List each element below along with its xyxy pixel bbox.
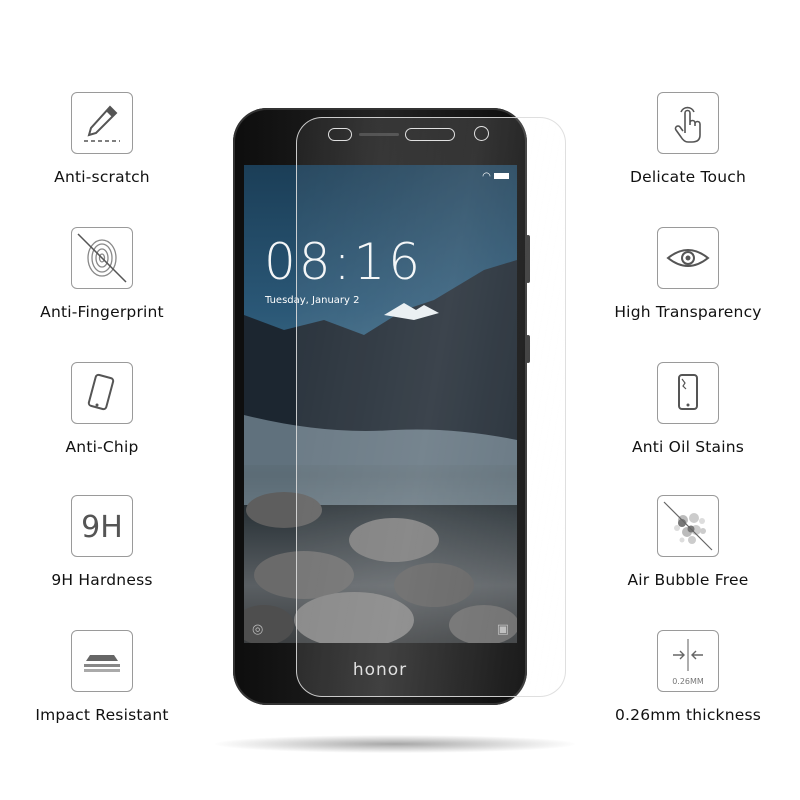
feature-label: Air Bubble Free [627, 571, 749, 589]
feature-anti-scratch: Anti-scratch [2, 92, 202, 186]
feature-delicate-touch: Delicate Touch [588, 92, 788, 186]
scalpel-icon [71, 92, 133, 154]
feature-anti-fingerprint: Anti-Fingerprint [2, 227, 202, 321]
svg-text:0.26MM: 0.26MM [672, 677, 704, 686]
feature-label: 9H Hardness [51, 571, 153, 589]
fingerprint-crossed-icon [71, 227, 133, 289]
feature-label: Anti Oil Stains [631, 438, 745, 456]
feature-label: Delicate Touch [630, 168, 746, 186]
phone-stain-icon [657, 362, 719, 424]
phone-shadow [215, 735, 575, 753]
feature-impact-resistant: Impact Resistant [2, 630, 202, 724]
feature-label: Anti-Fingerprint [40, 303, 164, 321]
tempered-glass-protector [296, 117, 566, 697]
feature-air-bubble-free: Air Bubble Free [588, 495, 788, 589]
touch-hand-icon [657, 92, 719, 154]
feature-label: Anti-scratch [54, 168, 150, 186]
thickness-arrows-icon: 0.26MM [657, 630, 719, 692]
feature-anti-oil-stains: Anti Oil Stains [588, 362, 788, 456]
feature-label: 0.26mm thickness [614, 706, 762, 724]
feature-anti-chip: Anti-Chip [2, 362, 202, 456]
bubbles-crossed-icon [657, 495, 719, 557]
feature-label: High Transparency [614, 303, 762, 321]
feature-label: Impact Resistant [35, 706, 169, 724]
phone-tilted-icon [71, 362, 133, 424]
feature-high-transparency: High Transparency [588, 227, 788, 321]
feature-label: Anti-Chip [65, 438, 139, 456]
impact-layers-icon [71, 630, 133, 692]
eye-icon [657, 227, 719, 289]
9h-icon: 9H [71, 495, 133, 557]
feature-thickness: 0.26MM 0.26mm thickness [588, 630, 788, 724]
feature-9h-hardness: 9H 9H Hardness [2, 495, 202, 589]
svg-text:9H: 9H [81, 510, 123, 545]
lock-unlock-icon: ◎ [252, 622, 264, 637]
